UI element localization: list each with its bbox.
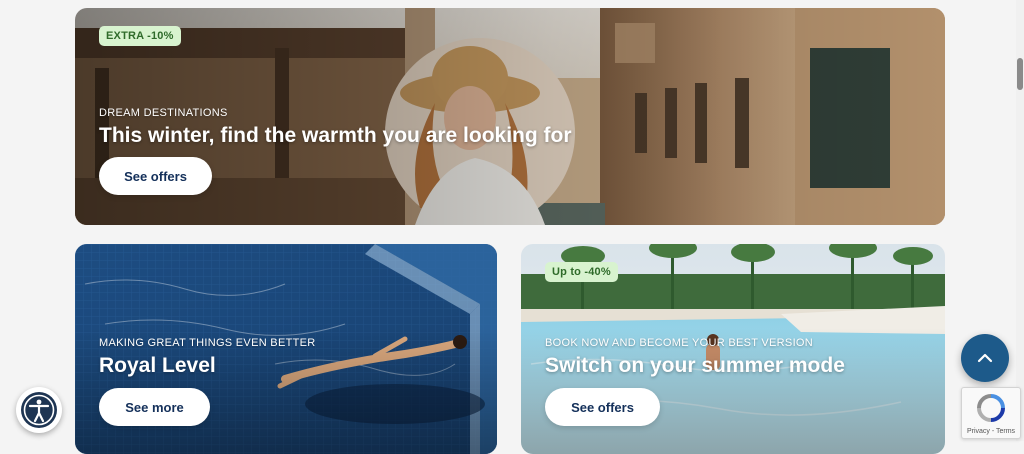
discount-badge: Up to -40% bbox=[545, 262, 618, 282]
card-eyebrow: DREAM DESTINATIONS bbox=[99, 107, 228, 119]
promo-card-winter[interactable]: EXTRA -10% DREAM DESTINATIONS This winte… bbox=[75, 8, 945, 225]
see-offers-button[interactable]: See offers bbox=[99, 157, 212, 195]
accessibility-icon bbox=[21, 392, 57, 428]
promo-card-royal-level[interactable]: MAKING GREAT THINGS EVEN BETTER Royal Le… bbox=[75, 244, 497, 454]
card-eyebrow: MAKING GREAT THINGS EVEN BETTER bbox=[99, 337, 316, 349]
card-title: This winter, find the warmth you are loo… bbox=[99, 124, 572, 147]
see-more-button[interactable]: See more bbox=[99, 388, 210, 426]
page-scrollbar[interactable] bbox=[1016, 0, 1024, 441]
scrollbar-thumb[interactable] bbox=[1017, 58, 1023, 90]
card-eyebrow: BOOK NOW AND BECOME YOUR BEST VERSION bbox=[545, 337, 814, 349]
card-title: Royal Level bbox=[99, 354, 216, 377]
accessibility-button[interactable] bbox=[16, 387, 62, 433]
recaptcha-terms-link[interactable]: Privacy - Terms bbox=[962, 428, 1020, 435]
recaptcha-icon bbox=[977, 394, 1005, 422]
discount-badge: EXTRA -10% bbox=[99, 26, 181, 46]
promo-card-summer[interactable]: Up to -40% BOOK NOW AND BECOME YOUR BEST… bbox=[521, 244, 945, 454]
see-offers-button[interactable]: See offers bbox=[545, 388, 660, 426]
scroll-to-top-button[interactable] bbox=[961, 334, 1009, 382]
recaptcha-badge[interactable]: Privacy - Terms bbox=[961, 387, 1021, 439]
chevron-up-icon bbox=[977, 353, 993, 363]
card-title: Switch on your summer mode bbox=[545, 354, 845, 377]
